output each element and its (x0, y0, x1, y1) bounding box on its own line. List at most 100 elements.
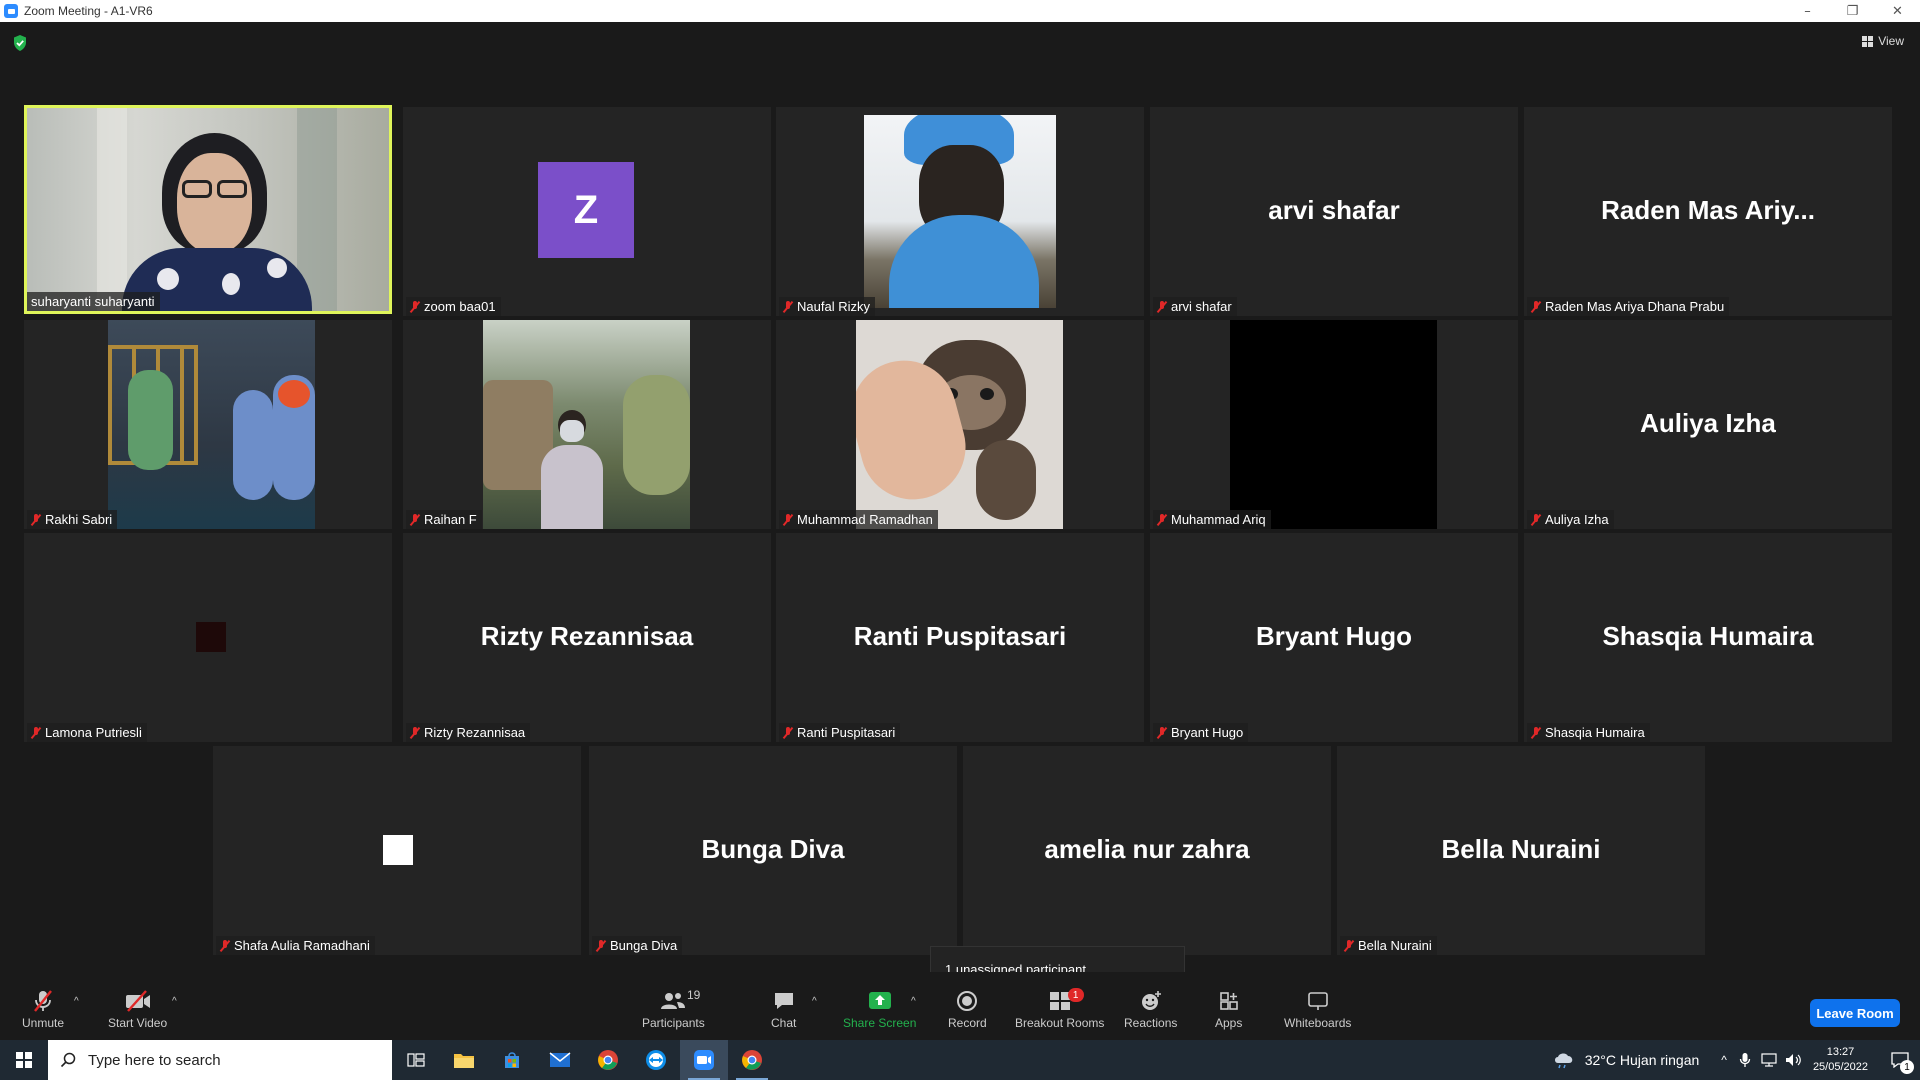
mic-muted-icon (596, 939, 606, 952)
participant-tile[interactable]: Raihan F (403, 320, 771, 529)
system-tray: 32°C Hujan ringan ^ 13:27 25/05/2022 1 (1553, 1040, 1920, 1080)
record-button[interactable]: Record (948, 988, 987, 1030)
store-icon (505, 1052, 519, 1068)
share-screen-button[interactable]: Share Screen (843, 988, 916, 1030)
profile-photo (864, 115, 1056, 308)
participant-tile[interactable]: Naufal Rizky (776, 107, 1144, 316)
participant-display-name: Bryant Hugo (1256, 621, 1412, 651)
participant-tile[interactable]: arvi shafar arvi shafar (1150, 107, 1518, 316)
file-explorer-button[interactable] (440, 1040, 488, 1080)
participant-tile[interactable]: Shasqia Humaira Shasqia Humaira (1524, 533, 1892, 742)
participant-tile[interactable]: Rizty Rezannisaa Rizty Rezannisaa (403, 533, 771, 742)
participants-button[interactable]: 19 Participants (642, 988, 705, 1030)
chrome-button[interactable] (584, 1040, 632, 1080)
mic-muted-icon (1157, 300, 1167, 313)
meeting-area: View suharyanti suharyanti Z zoom baa01 (0, 22, 1920, 992)
participant-name-label: Shafa Aulia Ramadhani (216, 936, 375, 955)
participant-tile[interactable]: Raden Mas Ariy... Raden Mas Ariya Dhana … (1524, 107, 1892, 316)
taskbar-clock[interactable]: 13:27 25/05/2022 (1813, 1045, 1868, 1075)
apps-button[interactable]: Apps (1215, 988, 1242, 1030)
video-off-icon (125, 990, 150, 1012)
participant-name-label: Auliya Izha (1527, 510, 1614, 529)
participant-tile[interactable]: Muhammad Ramadhan (776, 320, 1144, 529)
search-placeholder: Type here to search (88, 1051, 221, 1069)
restore-button[interactable]: ❐ (1830, 0, 1875, 22)
reactions-button[interactable]: Reactions (1124, 988, 1177, 1030)
start-button[interactable] (0, 1040, 48, 1080)
close-button[interactable]: ✕ (1875, 0, 1920, 22)
meeting-toolbar: Unmute ^ Start Video ^ 19 Participants C… (0, 972, 1920, 1040)
notification-center-button[interactable]: 1 (1880, 1040, 1920, 1080)
profile-photo (483, 320, 690, 529)
mic-muted-icon (31, 726, 41, 739)
participant-tile[interactable]: Muhammad Ariq (1150, 320, 1518, 529)
video-feed (27, 108, 389, 311)
mic-muted-icon (783, 300, 793, 313)
mic-muted-icon (34, 990, 52, 1012)
video-options-caret[interactable]: ^ (172, 996, 177, 1007)
participant-name-label: zoom baa01 (406, 297, 501, 316)
participant-name-label: Raden Mas Ariya Dhana Prabu (1527, 297, 1730, 316)
chrome-icon (598, 1050, 618, 1070)
mic-muted-icon (410, 726, 420, 739)
zoom-taskbar-button[interactable] (680, 1040, 728, 1080)
mail-button[interactable] (536, 1040, 584, 1080)
mic-muted-icon (783, 726, 793, 739)
participant-display-name: arvi shafar (1268, 195, 1400, 225)
zoom-icon (694, 1050, 714, 1070)
teamviewer-button[interactable] (632, 1040, 680, 1080)
participant-name-label: Ranti Puspitasari (779, 723, 901, 742)
share-options-caret[interactable]: ^ (911, 996, 916, 1007)
leave-room-button[interactable]: Leave Room (1810, 999, 1900, 1027)
rain-cloud-icon[interactable] (1553, 1051, 1575, 1069)
share-screen-icon (868, 992, 891, 1009)
breakout-rooms-button[interactable]: 1 Breakout Rooms (1015, 988, 1104, 1030)
participant-display-name: Bella Nuraini (1441, 834, 1601, 864)
participant-name-label: Lamona Putriesli (27, 723, 147, 742)
participant-tile[interactable]: Lamona Putriesli (24, 533, 392, 742)
participant-tile[interactable]: amelia nur zahra (963, 746, 1331, 955)
participant-tile[interactable]: Rakhi Sabri (24, 320, 392, 529)
chat-options-caret[interactable]: ^ (812, 996, 817, 1007)
participant-display-name: Raden Mas Ariy... (1601, 195, 1815, 225)
participant-name-label: Rizty Rezannisaa (406, 723, 531, 742)
profile-photo (383, 835, 413, 865)
whiteboards-button[interactable]: Whiteboards (1284, 988, 1351, 1030)
chrome-profile-button[interactable] (728, 1040, 776, 1080)
minimize-button[interactable]: – (1785, 0, 1830, 22)
mic-muted-icon (1531, 726, 1541, 739)
network-icon[interactable] (1761, 1053, 1777, 1067)
volume-icon[interactable] (1785, 1053, 1803, 1067)
mic-muted-icon (410, 513, 420, 526)
start-video-button[interactable]: Start Video (108, 988, 167, 1030)
store-button[interactable] (488, 1040, 536, 1080)
chat-button[interactable]: Chat (771, 988, 796, 1030)
notification-count: 1 (1900, 1060, 1914, 1074)
participant-tile[interactable]: Z zoom baa01 (403, 107, 771, 316)
participant-name-label: Bella Nuraini (1340, 936, 1437, 955)
participant-display-name: Rizty Rezannisaa (480, 621, 694, 651)
participant-display-name: Shasqia Humaira (1602, 621, 1814, 651)
participant-name-label: arvi shafar (1153, 297, 1237, 316)
participant-tile[interactable]: Auliya Izha Auliya Izha (1524, 320, 1892, 529)
taskbar-search-box[interactable]: Type here to search (48, 1040, 392, 1080)
participant-display-name: Auliya Izha (1640, 408, 1776, 438)
participant-tile[interactable]: Ranti Puspitasari Ranti Puspitasari (776, 533, 1144, 742)
profile-photo (196, 622, 226, 652)
participant-tile[interactable]: Bella Nuraini Bella Nuraini (1337, 746, 1705, 955)
participant-tile[interactable]: Bunga Diva Bunga Diva (589, 746, 957, 955)
profile-photo (1230, 320, 1437, 529)
participant-tile[interactable]: Bryant Hugo Bryant Hugo (1150, 533, 1518, 742)
mic-muted-icon (1157, 726, 1167, 739)
microphone-icon[interactable] (1739, 1052, 1751, 1068)
show-hidden-icons-chevron-icon[interactable]: ^ (1721, 1053, 1727, 1067)
participant-display-name: Bunga Diva (701, 834, 845, 864)
weather-text[interactable]: 32°C Hujan ringan (1585, 1052, 1700, 1068)
participant-tile[interactable]: suharyanti suharyanti (24, 105, 392, 314)
task-view-button[interactable] (392, 1040, 440, 1080)
participant-tile[interactable]: Shafa Aulia Ramadhani (213, 746, 581, 955)
view-button[interactable]: View (1862, 34, 1904, 48)
unmute-button[interactable]: Unmute (22, 988, 64, 1030)
audio-options-caret[interactable]: ^ (74, 996, 79, 1007)
security-shield-icon[interactable] (12, 34, 28, 52)
